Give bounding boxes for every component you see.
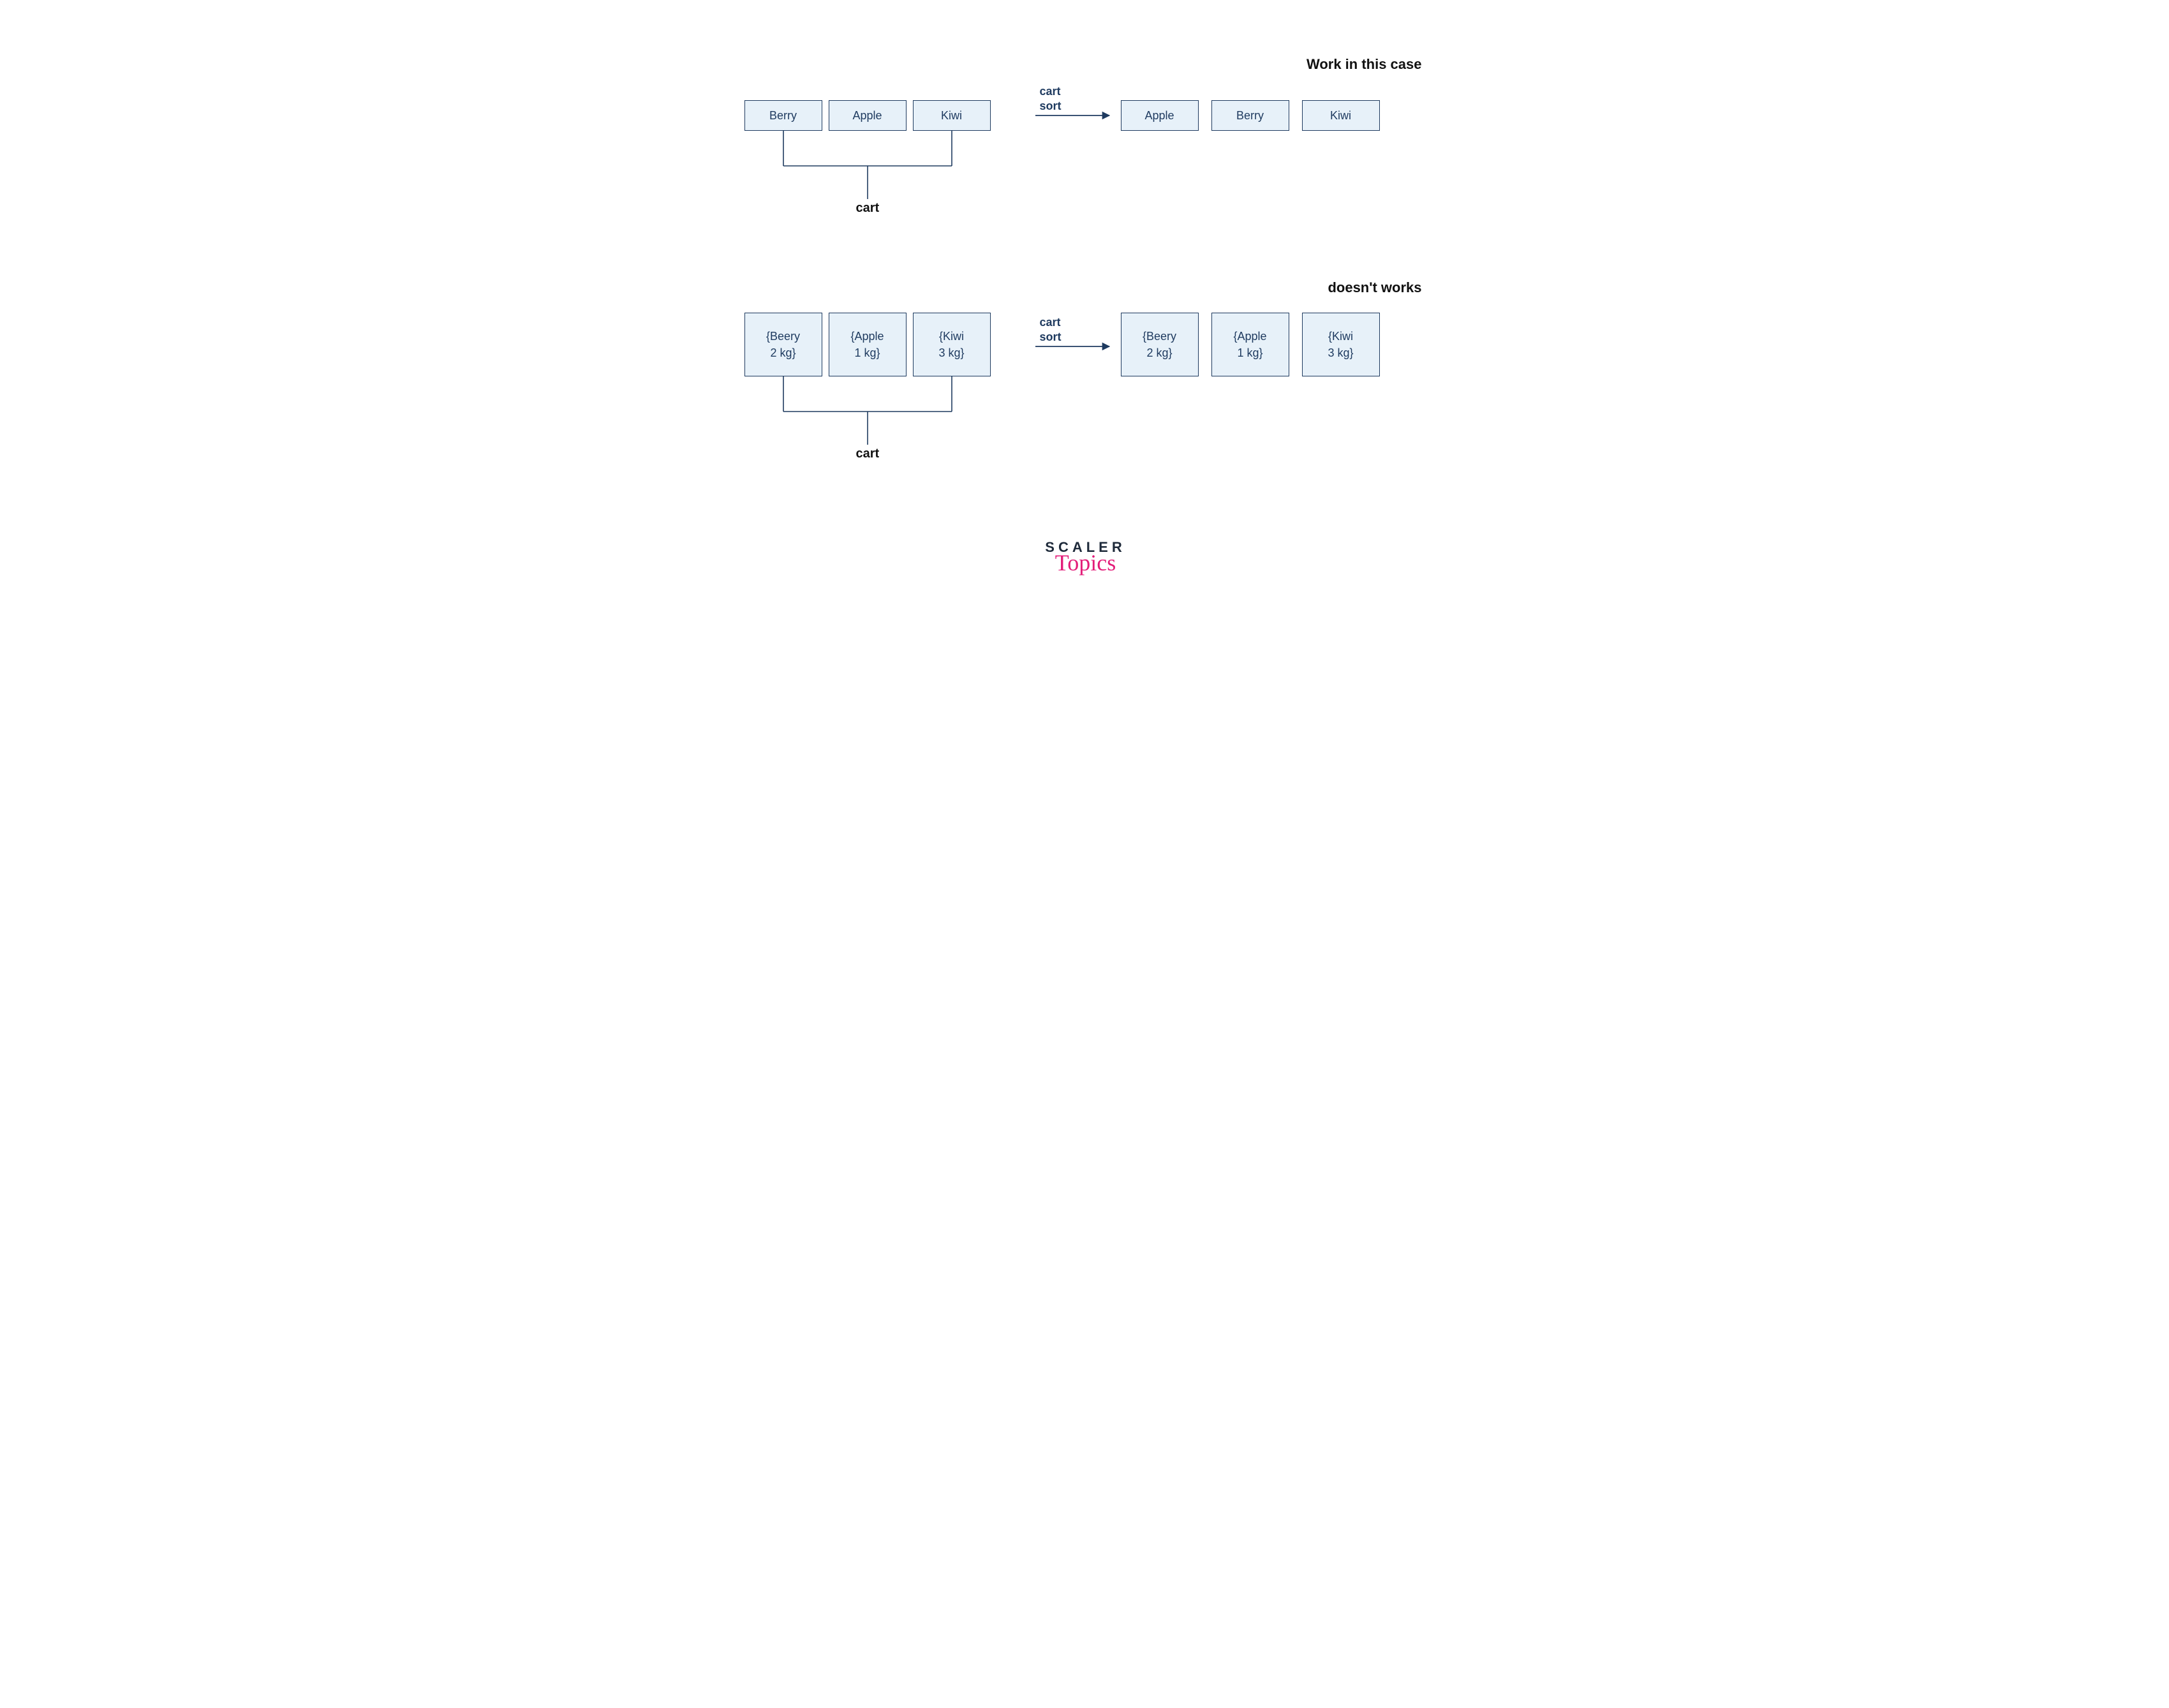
connectors-svg: [693, 0, 1476, 616]
scaler-topics-logo: SCALER Topics: [1032, 539, 1140, 576]
row2-bracket-icon: [783, 376, 952, 445]
diagram-stage: Work in this case doesn't works Berry Ap…: [693, 0, 1476, 616]
row1-bracket-icon: [783, 131, 952, 199]
